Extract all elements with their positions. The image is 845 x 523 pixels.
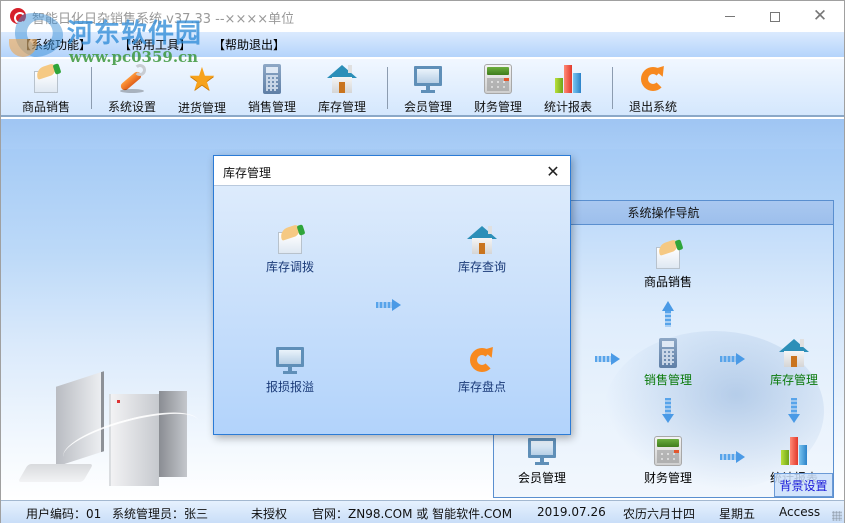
dialog-item-label: 库存查询 [457, 260, 506, 274]
arrow-down-icon [788, 398, 800, 424]
arrow-right-icon [595, 353, 621, 365]
app-window: 智能日化日杂销售系统 v37.33 --××××单位 ✕ 河东软件园 www.p… [0, 0, 845, 523]
dialog-loss-overflow-button[interactable]: 报损报溢 [262, 344, 318, 395]
nav-node-label: 库存管理 [769, 373, 818, 387]
toolbar-member-mgmt-button[interactable]: 会员管理 [399, 59, 457, 115]
arrow-right-icon [720, 451, 746, 463]
toolbar-separator [612, 67, 613, 109]
hand-paper-icon [652, 239, 684, 271]
workspace-header-strip [1, 119, 844, 149]
toolbar-label: 系统设置 [107, 100, 156, 114]
watermark-logo-icon [5, 13, 63, 57]
toolbar-label: 商品销售 [21, 100, 70, 114]
arrow-down-icon [662, 398, 674, 424]
toolbar-label: 库存管理 [317, 100, 366, 114]
status-bar: 用户编码：01 系统管理员：张三 未授权 官网：ZN98.COM 或 智能软件.… [1, 500, 844, 523]
refresh-icon [466, 343, 498, 376]
toolbar-product-sales-button[interactable]: 商品销售 [17, 59, 75, 115]
nav-node-label: 销售管理 [643, 373, 692, 387]
house-icon [466, 224, 498, 256]
dialog-inventory-transfer-button[interactable]: 库存调拨 [262, 224, 318, 275]
dialog-item-label: 库存调拨 [265, 260, 314, 274]
toolbar: 商品销售 系统设置 ★ 进货管理 销售管理 库存管理 会员管理 财务管理 统计报… [1, 59, 844, 117]
hand-paper-icon [274, 224, 306, 256]
hand-paper-icon [30, 63, 62, 94]
minimize-button[interactable] [707, 1, 753, 32]
toolbar-label: 统计报表 [543, 100, 592, 114]
toolbar-label: 进货管理 [177, 101, 226, 115]
dialog-title: 库存管理 [223, 166, 272, 180]
resize-grip[interactable] [832, 511, 842, 521]
close-icon: ✕ [812, 6, 828, 26]
status-license: 未授权 [251, 507, 288, 521]
background-settings-button[interactable]: 背景设置 [774, 473, 833, 497]
toolbar-finance-mgmt-button[interactable]: 财务管理 [469, 59, 527, 115]
arrow-up-icon [662, 301, 674, 327]
toolbar-label: 会员管理 [403, 100, 452, 114]
wrench-icon [116, 63, 148, 94]
dialog-stocktake-button[interactable]: 库存盘点 [454, 343, 510, 395]
nav-node-inventory-mgmt[interactable]: 库存管理 [768, 337, 820, 388]
dialog-item-label: 报损报溢 [265, 380, 314, 394]
nav-node-label: 商品销售 [643, 275, 692, 289]
arrow-right-icon [376, 299, 402, 311]
toolbar-inventory-mgmt-button[interactable]: 库存管理 [313, 59, 371, 115]
toolbar-reports-button[interactable]: 统计报表 [539, 59, 597, 115]
arrow-right-icon [720, 353, 746, 365]
finance-calculator-icon [652, 435, 684, 467]
bar-chart-icon [778, 435, 810, 467]
toolbar-separator [91, 67, 92, 109]
inventory-management-dialog: 库存管理 ✕ 库存调拨 库存查询 报损报溢 库存盘点 [213, 155, 571, 435]
watermark-title: 河东软件园 [67, 19, 203, 49]
nav-node-sales-mgmt[interactable]: 销售管理 [642, 337, 694, 388]
toolbar-separator [387, 67, 388, 109]
dialog-inventory-query-button[interactable]: 库存查询 [454, 224, 510, 275]
dialog-title-bar: 库存管理 ✕ [214, 156, 570, 186]
monitor-icon [274, 344, 306, 376]
nav-node-member-mgmt[interactable]: 会员管理 [516, 435, 568, 486]
exit-refresh-icon [637, 62, 669, 94]
calculator-icon [652, 337, 684, 369]
status-date: 2019.07.26 [537, 505, 606, 519]
maximize-icon [770, 11, 780, 22]
toolbar-label: 销售管理 [247, 100, 296, 114]
menu-help-exit[interactable]: 【帮助退出】 [199, 36, 285, 53]
monitor-icon [526, 435, 558, 467]
status-operator: 系统管理员：张三 [112, 507, 209, 521]
nav-node-product-sales[interactable]: 商品销售 [642, 239, 694, 290]
watermark-url: www.pc0359.cn [69, 48, 199, 66]
calculator-icon [256, 63, 288, 94]
house-icon [778, 337, 810, 369]
toolbar-system-settings-button[interactable]: 系统设置 [103, 59, 161, 115]
status-database: Access [779, 505, 821, 519]
nav-node-finance-mgmt[interactable]: 财务管理 [642, 435, 694, 486]
toolbar-exit-button[interactable]: 退出系统 [624, 59, 682, 115]
close-button[interactable]: ✕ [797, 1, 843, 32]
finance-calculator-icon [482, 63, 514, 94]
nav-node-label: 财务管理 [643, 471, 692, 485]
toolbar-sales-mgmt-button[interactable]: 销售管理 [243, 59, 301, 115]
dialog-item-label: 库存盘点 [457, 380, 506, 394]
monitor-icon [412, 63, 444, 94]
status-website: 官网：ZN98.COM 或 智能软件.COM [312, 507, 513, 521]
toolbar-purchase-mgmt-button[interactable]: ★ 进货管理 [173, 59, 231, 115]
nav-node-label: 会员管理 [517, 471, 566, 485]
status-lunar-date: 农历六月廿四 [623, 507, 696, 521]
toolbar-label: 财务管理 [473, 100, 522, 114]
house-icon [326, 63, 358, 94]
dialog-close-button[interactable]: ✕ [540, 159, 566, 183]
status-weekday: 星期五 [719, 507, 756, 521]
toolbar-label: 退出系统 [628, 100, 677, 114]
keyboard-illustration [17, 464, 94, 482]
maximize-button[interactable] [752, 1, 798, 32]
bar-chart-icon [552, 63, 584, 94]
close-icon: ✕ [546, 161, 560, 181]
status-user-code: 用户编码：01 [26, 507, 102, 521]
minimize-icon [725, 16, 735, 17]
star-icon: ★ [187, 60, 217, 98]
